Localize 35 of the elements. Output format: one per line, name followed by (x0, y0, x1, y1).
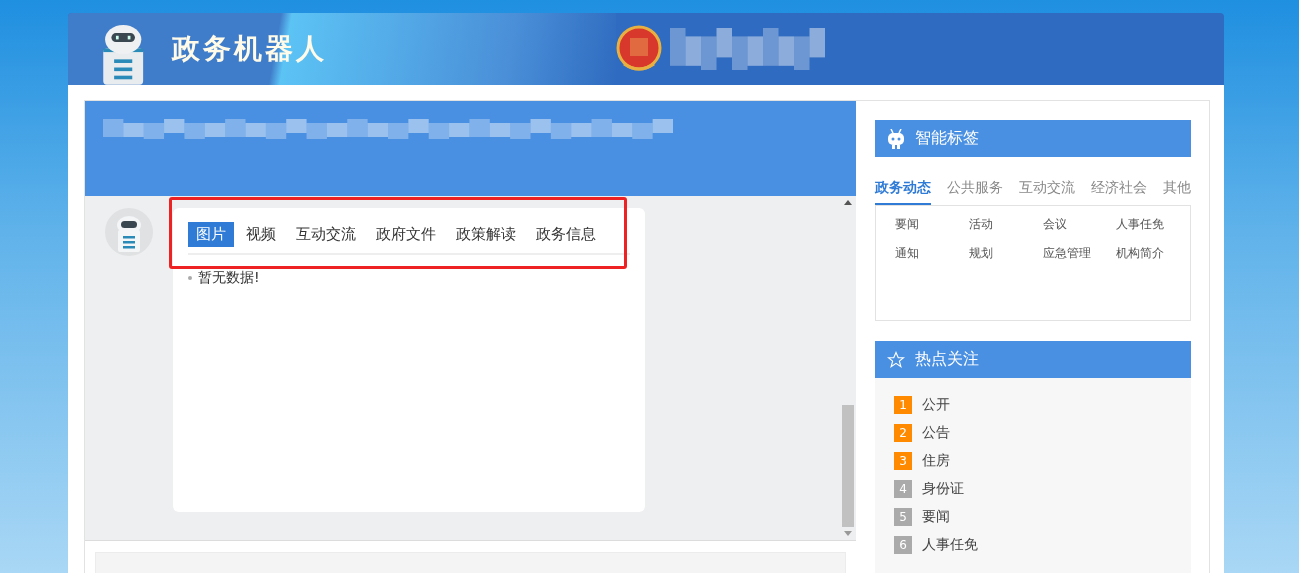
rank-badge: 6 (894, 536, 912, 554)
category-tab[interactable]: 视频 (238, 221, 284, 247)
app-title: 政务机器人 (172, 31, 328, 67)
tag-tab[interactable]: 经济社会 (1091, 179, 1147, 205)
tag-tab[interactable]: 互动交流 (1019, 179, 1075, 205)
category-tab[interactable]: 图片 (188, 221, 234, 247)
tag-link[interactable]: 人事任免 (1116, 216, 1165, 233)
rank-badge: 4 (894, 480, 912, 498)
hot-topic-link[interactable]: 6 人事任免 (894, 536, 1172, 554)
category-tab[interactable]: 政府文件 (368, 221, 444, 247)
tag-tab[interactable]: 其他 (1163, 179, 1191, 205)
hot-topic-link[interactable]: 1 公开 (894, 396, 1172, 414)
panel-title: 智能标签 (915, 128, 979, 149)
hot-topic-link[interactable]: 4 身份证 (894, 480, 1172, 498)
rank-badge: 5 (894, 508, 912, 526)
empty-message: 暂无数据! (198, 268, 260, 287)
category-tab[interactable]: 政策解读 (448, 221, 524, 247)
hot-topic-link[interactable]: 5 要闻 (894, 508, 1172, 526)
hot-topic-link[interactable]: 2 公告 (894, 424, 1172, 442)
tag-link[interactable]: 通知 (895, 245, 919, 262)
rank-badge: 1 (894, 396, 912, 414)
tag-tab[interactable]: 公共服务 (947, 179, 1003, 205)
rank-badge: 3 (894, 452, 912, 470)
rank-badge: 2 (894, 424, 912, 442)
tag-link[interactable]: 活动 (968, 216, 993, 233)
tag-link[interactable]: 会议 (1042, 216, 1067, 233)
tag-tab[interactable]: 政务动态 (875, 179, 931, 205)
panel-title: 热点关注 (915, 349, 979, 370)
category-tab[interactable]: 互动交流 (288, 221, 364, 247)
tag-link[interactable]: 机构简介 (1116, 245, 1165, 262)
hot-topic-link[interactable]: 3 住房 (894, 452, 1172, 470)
category-tab[interactable]: 政务信息 (528, 221, 604, 247)
tag-link[interactable]: 应急管理 (1042, 245, 1091, 262)
tag-link[interactable]: 规划 (968, 245, 993, 262)
tag-link[interactable]: 要闻 (895, 216, 919, 233)
